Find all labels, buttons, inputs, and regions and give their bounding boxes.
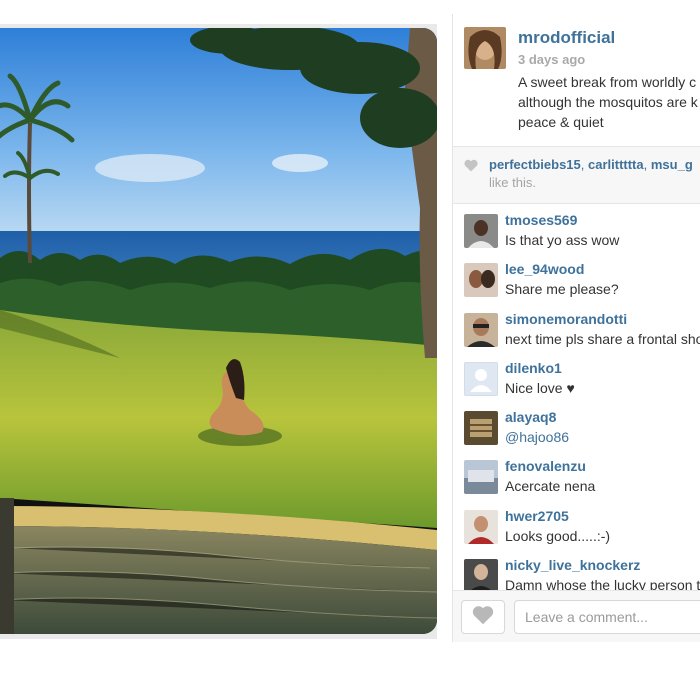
comment-item: simonemorandotti next time pls share a f… bbox=[453, 309, 700, 358]
liker-link[interactable]: perfectbiebs15 bbox=[489, 157, 581, 172]
comment-username[interactable]: lee_94wood bbox=[505, 261, 584, 277]
comment-item: tmoses569 Is that yo ass wow bbox=[453, 210, 700, 259]
comment-item: hwer2705 Looks good.....:-) bbox=[453, 506, 700, 555]
comment-text: Is that yo ass wow bbox=[505, 232, 620, 248]
commenter-avatar[interactable] bbox=[464, 263, 498, 298]
post-timestamp[interactable]: 3 days ago bbox=[518, 52, 585, 67]
commenter-avatar[interactable] bbox=[464, 411, 498, 446]
comment-item: fenovalenzu Acercate nena bbox=[453, 456, 700, 505]
post-photo[interactable] bbox=[0, 28, 437, 634]
post-panel: mrodofficial 3 days ago A sweet break fr… bbox=[452, 14, 700, 642]
comment-username[interactable]: fenovalenzu bbox=[505, 458, 586, 474]
commenter-avatar[interactable] bbox=[464, 559, 498, 594]
person-silhouette-icon[interactable] bbox=[464, 361, 498, 396]
caption-line: peace & quiet bbox=[518, 114, 604, 130]
commenter-avatar[interactable] bbox=[464, 214, 498, 248]
likes-suffix: like this. bbox=[489, 175, 536, 190]
comment-text: Acercate nena bbox=[505, 478, 596, 495]
liker-link[interactable]: msu_g bbox=[651, 157, 693, 172]
comment-bar bbox=[453, 590, 700, 642]
post-caption: mrodofficial 3 days ago A sweet break fr… bbox=[453, 14, 700, 146]
comment-username[interactable]: alayaq8 bbox=[505, 409, 556, 425]
comment-item: dilenko1 Nice love ♥ bbox=[453, 358, 700, 407]
comment-text: next time pls share a frontal sho bbox=[505, 330, 700, 347]
comment-username[interactable]: dilenko1 bbox=[505, 360, 562, 376]
heart-icon bbox=[464, 159, 478, 177]
commenter-avatar[interactable] bbox=[464, 312, 498, 347]
commenter-avatar[interactable] bbox=[464, 509, 498, 544]
author-username[interactable]: mrodofficial bbox=[518, 28, 615, 48]
author-avatar[interactable] bbox=[464, 27, 506, 69]
comment-username[interactable]: hwer2705 bbox=[505, 508, 569, 524]
heart-icon bbox=[472, 605, 494, 630]
comment-username[interactable]: nicky_live_knockerz bbox=[505, 557, 640, 573]
comment-username[interactable]: tmoses569 bbox=[505, 212, 577, 228]
like-button[interactable] bbox=[461, 600, 505, 634]
comment-input[interactable] bbox=[514, 600, 700, 634]
comment-mention-link[interactable]: @hajoo86 bbox=[505, 429, 569, 445]
comment-text: Nice love ♥ bbox=[505, 379, 575, 396]
caption-line: A sweet break from worldly c bbox=[518, 74, 697, 90]
comment-text: Share me please? bbox=[505, 281, 619, 298]
commenter-avatar[interactable] bbox=[464, 460, 498, 495]
likes-section: perfectbiebs15, carlittttta, msu_g like … bbox=[453, 146, 700, 204]
comment-list: tmoses569 Is that yo ass wow lee_94wood … bbox=[453, 210, 700, 604]
caption-line: although the mosquitos are k bbox=[518, 94, 698, 110]
caption-text: A sweet break from worldly c although th… bbox=[518, 72, 700, 132]
likers-list: perfectbiebs15, carlittttta, msu_g bbox=[489, 157, 693, 172]
comment-item: alayaq8 @hajoo86 bbox=[453, 407, 700, 456]
comment-item: lee_94wood Share me please? bbox=[453, 259, 700, 308]
liker-link[interactable]: carlittttta bbox=[588, 157, 644, 172]
comment-username[interactable]: simonemorandotti bbox=[505, 311, 627, 327]
comment-text: Looks good.....:-) bbox=[505, 527, 611, 544]
